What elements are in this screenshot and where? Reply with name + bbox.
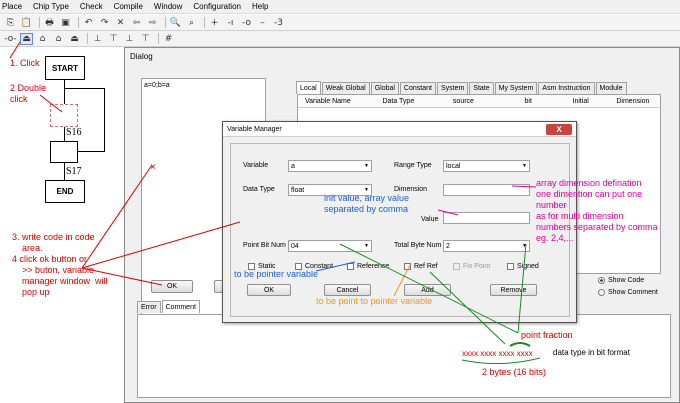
arrow-total-byte-num — [517, 243, 527, 334]
arrow-value — [437, 209, 459, 216]
arrow-double-click — [39, 94, 63, 113]
arrow-code-area-2 — [81, 221, 241, 269]
arrow-fraction — [429, 271, 506, 345]
arrow-code-area — [81, 164, 153, 269]
arrow-ok — [81, 267, 163, 286]
cursor-mark: × — [150, 162, 156, 173]
brace-bytes — [461, 357, 541, 365]
arrow-click — [9, 41, 21, 59]
arrow-ref-ref — [393, 264, 411, 297]
annotation-arrows: × — [9, 41, 541, 365]
arrow-dimension — [511, 185, 537, 188]
arrow-reference — [315, 261, 356, 272]
arrow-point-bit-num — [339, 243, 519, 334]
brace-fraction — [509, 342, 531, 347]
